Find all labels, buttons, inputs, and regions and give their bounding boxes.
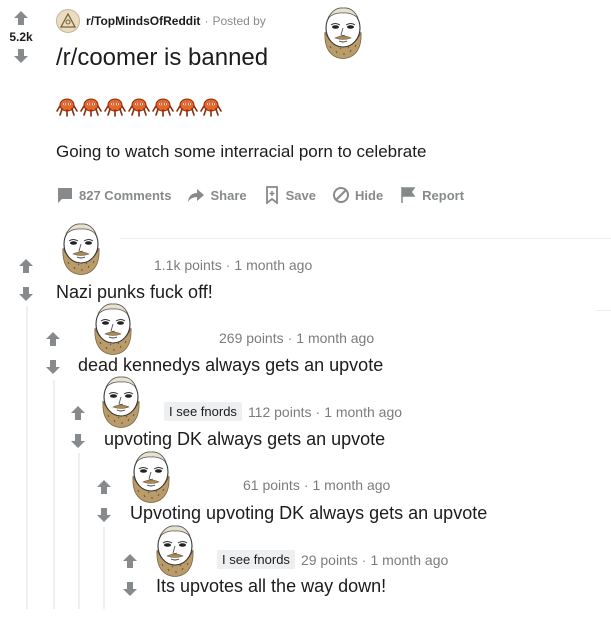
downvote-arrow-icon[interactable] xyxy=(18,286,34,302)
award-icon[interactable] xyxy=(200,97,222,117)
subreddit-link[interactable]: r/TopMindsOfReddit xyxy=(86,14,200,28)
thread-line[interactable] xyxy=(103,527,105,609)
downvote-arrow-icon[interactable] xyxy=(122,581,138,597)
comment-meta: I see fnords 112 points · 1 month ago xyxy=(164,402,402,421)
upvote-arrow-icon[interactable] xyxy=(45,331,61,347)
comment-points: 29 points xyxy=(300,551,358,568)
thread-line[interactable] xyxy=(78,453,80,609)
meta-separator: · xyxy=(361,551,367,568)
comment-time[interactable]: 1 month ago xyxy=(370,552,448,568)
hide-circle-slash-icon xyxy=(333,187,349,203)
awards-row xyxy=(56,97,222,117)
commenter-avatar[interactable] xyxy=(58,222,104,276)
user-flair: I see fnords xyxy=(164,402,242,421)
comment-points: 61 points xyxy=(243,477,300,493)
comment-points: 269 points xyxy=(219,330,284,346)
meta-separator: · xyxy=(204,14,209,28)
award-icon[interactable] xyxy=(152,97,174,117)
hide-button[interactable]: Hide xyxy=(332,186,383,204)
meta-separator: · xyxy=(303,477,309,493)
comment-points: 1.1k points xyxy=(154,257,222,273)
comment-meta: I see fnords 29 points · 1 month ago xyxy=(217,550,448,569)
post-body: Going to watch some interracial porn to … xyxy=(56,142,427,161)
award-icon[interactable] xyxy=(80,97,102,117)
save-button[interactable]: Save xyxy=(263,186,316,204)
comment-vote-column xyxy=(18,258,34,302)
upvote-arrow-icon[interactable] xyxy=(70,405,86,421)
upvote-arrow-icon[interactable] xyxy=(96,479,112,495)
comment-vote-column xyxy=(70,405,86,449)
upvote-arrow-icon[interactable] xyxy=(13,10,29,26)
commenter-avatar[interactable] xyxy=(98,375,144,429)
subreddit-icon[interactable] xyxy=(56,9,80,33)
comment-vote-column xyxy=(45,331,61,375)
award-icon[interactable] xyxy=(56,97,78,117)
meta-separator: · xyxy=(225,257,231,273)
thread-line[interactable] xyxy=(53,380,55,609)
comment-points: 112 points xyxy=(247,403,312,420)
comment-body: Nazi punks fuck off! xyxy=(56,282,213,302)
thread-line[interactable] xyxy=(26,306,28,609)
comment-meta: 1.1k points · 1 month ago xyxy=(154,257,312,273)
award-icon[interactable] xyxy=(104,97,126,117)
comment-vote-column xyxy=(122,553,138,597)
comment-body: dead kennedys always gets an upvote xyxy=(78,355,384,375)
comment-time[interactable]: 1 month ago xyxy=(234,257,312,273)
comment-time[interactable]: 1 month ago xyxy=(296,330,374,346)
post-action-bar: 827 Comments Share Save Hide Report xyxy=(56,186,464,204)
flag-icon xyxy=(401,187,416,203)
posted-by-label: Posted by xyxy=(212,14,266,28)
share-label: Share xyxy=(210,187,247,203)
downvote-arrow-icon[interactable] xyxy=(96,507,112,523)
award-icon[interactable] xyxy=(128,97,150,117)
upvote-arrow-icon[interactable] xyxy=(18,258,34,274)
save-label: Save xyxy=(285,187,316,203)
commenter-avatar[interactable] xyxy=(128,450,174,504)
post-vote-column: 5.2k xyxy=(4,10,38,64)
divider-line xyxy=(595,310,611,311)
meta-separator: · xyxy=(315,403,321,420)
comment-body: Its upvotes all the way down! xyxy=(156,576,387,596)
poster-avatar[interactable] xyxy=(320,6,366,60)
comment-vote-column xyxy=(96,479,112,523)
commenter-avatar[interactable] xyxy=(152,524,198,578)
bookmark-plus-icon xyxy=(265,186,278,204)
post-score: 5.2k xyxy=(9,30,33,44)
comment-time[interactable]: 1 month ago xyxy=(313,477,391,493)
comment-bubble-icon xyxy=(58,188,72,203)
comment-meta: 269 points · 1 month ago xyxy=(219,330,374,346)
divider-line xyxy=(120,238,611,239)
report-button[interactable]: Report xyxy=(399,186,464,204)
comments-button[interactable]: 827 Comments xyxy=(56,186,171,204)
hide-label: Hide xyxy=(355,187,384,203)
comment-meta: 61 points · 1 month ago xyxy=(243,477,390,493)
report-label: Report xyxy=(422,187,465,203)
meta-separator: · xyxy=(287,330,293,346)
comments-label: 827 Comments xyxy=(79,187,172,203)
share-arrow-icon xyxy=(188,189,205,202)
share-button[interactable]: Share xyxy=(187,186,247,204)
comment-body: upvoting DK always gets an upvote xyxy=(104,429,386,449)
upvote-arrow-icon[interactable] xyxy=(122,553,138,569)
post-meta: r/TopMindsOfReddit · Posted by xyxy=(56,8,266,34)
downvote-arrow-icon[interactable] xyxy=(45,359,61,375)
commenter-avatar[interactable] xyxy=(90,302,136,356)
comment-body: Upvoting upvoting DK always gets an upvo… xyxy=(130,503,488,523)
downvote-arrow-icon[interactable] xyxy=(13,48,29,64)
comment-time[interactable]: 1 month ago xyxy=(324,404,402,420)
post-title[interactable]: /r/coomer is banned xyxy=(56,44,268,72)
downvote-arrow-icon[interactable] xyxy=(70,433,86,449)
award-icon[interactable] xyxy=(176,97,198,117)
user-flair: I see fnords xyxy=(217,550,295,569)
